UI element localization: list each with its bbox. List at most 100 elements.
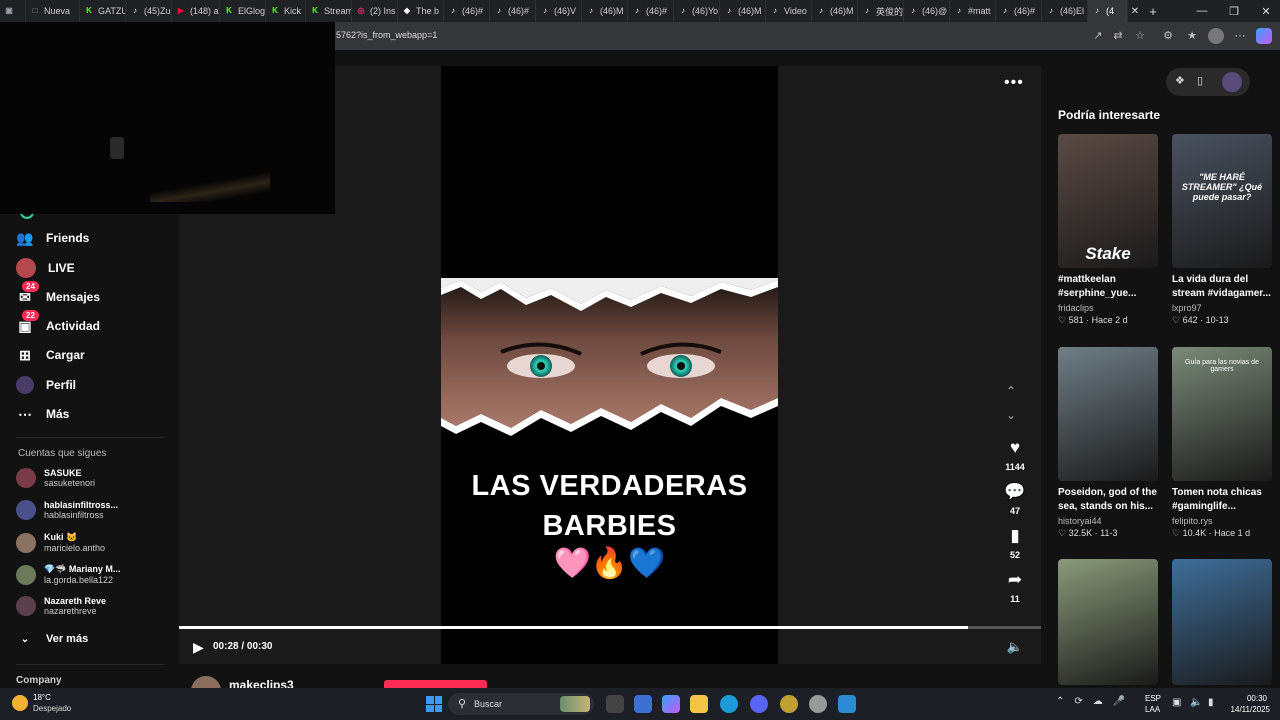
browser-tab[interactable]: □ Nueva: [26, 0, 80, 22]
start-button[interactable]: [426, 696, 442, 712]
browser-tab[interactable]: ▣: [0, 0, 26, 22]
sidebar-item-actividad[interactable]: ▣ 22 Actividad: [16, 310, 100, 335]
follow-button[interactable]: [384, 680, 487, 688]
browser-tab[interactable]: ♪ Video: [766, 0, 812, 22]
sun-icon[interactable]: [12, 695, 28, 711]
browser-tab[interactable]: K Stream: [306, 0, 352, 22]
recommended-video-card[interactable]: [1058, 559, 1158, 685]
language-region[interactable]: LAA: [1145, 705, 1160, 714]
browser-tab[interactable]: ◆ The b: [398, 0, 444, 22]
task-view-icon[interactable]: [606, 695, 624, 713]
video-thumbnail[interactable]: [1058, 559, 1158, 685]
browser-tab[interactable]: ♪ (46)#: [444, 0, 490, 22]
author-avatar[interactable]: [191, 676, 221, 688]
following-account[interactable]: hablasinfiltross... hablasinfiltross: [16, 500, 118, 520]
browser-tab[interactable]: ♪ (45)Zu: [126, 0, 172, 22]
file-explorer-icon[interactable]: [690, 695, 708, 713]
card-author[interactable]: lxpro97: [1172, 303, 1272, 313]
browser-tab[interactable]: ♪ (46)Yo: [674, 0, 720, 22]
weather-desc[interactable]: Despejado: [33, 704, 71, 713]
new-tab-icon[interactable]: +: [1142, 4, 1164, 19]
sidebar-item-más[interactable]: ⋯ Más: [16, 405, 69, 423]
sidebar-item-live[interactable]: ● LIVE: [16, 258, 75, 278]
card-author[interactable]: felipito.rys: [1172, 516, 1272, 526]
profile-avatar-icon[interactable]: [1208, 28, 1224, 44]
like-button[interactable]: ♥ 1144: [1000, 438, 1030, 472]
browser-tab[interactable]: K GATZU: [80, 0, 126, 22]
microphone-icon[interactable]: 🎤: [1113, 696, 1125, 707]
browser-tab[interactable]: ◎ (2) Ins: [352, 0, 398, 22]
browser-tab[interactable]: ♪ #matt: [950, 0, 996, 22]
sidebar-item-cargar[interactable]: ⊞ Cargar: [16, 346, 85, 364]
sidebar-item-perfil[interactable]: ◉ Perfil: [16, 376, 76, 394]
close-tab-icon[interactable]: ✕: [1128, 6, 1142, 17]
battery-icon[interactable]: ▮: [1208, 697, 1214, 708]
card-title[interactable]: Tomen nota chicas #gaminglife...: [1172, 486, 1276, 514]
browser-tab[interactable]: ♪ (46)M: [720, 0, 766, 22]
progress-bar[interactable]: [179, 626, 1041, 629]
recommended-video-card[interactable]: Poseidon, god of the sea, stands on his.…: [1058, 347, 1158, 539]
card-title[interactable]: #mattkeelan #serphine_yue...: [1058, 273, 1162, 301]
speaker-icon[interactable]: 🔈: [1190, 697, 1202, 708]
user-avatar[interactable]: [1222, 72, 1242, 92]
browser-tab[interactable]: ♪ (46)M: [582, 0, 628, 22]
restore-icon[interactable]: ❐: [1218, 0, 1250, 22]
favorites-icon[interactable]: ★: [1184, 28, 1200, 44]
clock-time[interactable]: 00:30: [1233, 694, 1267, 703]
photos-icon[interactable]: [838, 695, 856, 713]
open-app-icon[interactable]: ↗: [1090, 28, 1106, 44]
previous-video-icon[interactable]: ⌃: [1006, 384, 1016, 398]
browser-tab[interactable]: ♪ (46)@: [904, 0, 950, 22]
browser-menu-icon[interactable]: ⋯: [1232, 28, 1248, 44]
browser-tab[interactable]: ♪ (46)#: [490, 0, 536, 22]
play-icon[interactable]: ▶: [193, 639, 204, 656]
recommended-video-card[interactable]: Guía para las novias de gamers Tomen nota…: [1172, 347, 1272, 539]
language-code[interactable]: ESP: [1145, 694, 1161, 703]
clock-date[interactable]: 14/11/2025: [1224, 705, 1270, 714]
card-author[interactable]: fridaclips: [1058, 303, 1158, 313]
browser-tab[interactable]: ♪ (46)#: [996, 0, 1042, 22]
sync-icon[interactable]: ⟳: [1074, 696, 1082, 707]
browser-tab[interactable]: ♪ (46)El: [1042, 0, 1088, 22]
share-button[interactable]: ➦ 11: [1000, 570, 1030, 604]
more-options-icon[interactable]: •••: [1004, 74, 1024, 92]
browser-tab[interactable]: K Kick: [266, 0, 306, 22]
see-more-button[interactable]: ⌄ Ver más: [16, 630, 88, 648]
taskbar-search[interactable]: ⚲ Buscar: [448, 693, 594, 715]
video-thumbnail[interactable]: "ME HARÉ STREAMER" ¿Qué puede pasar?: [1172, 134, 1272, 268]
recommended-video-card[interactable]: "ME HARÉ STREAMER" ¿Qué puede pasar? La v…: [1172, 134, 1272, 326]
chrome-app-icon[interactable]: [780, 695, 798, 713]
volume-icon[interactable]: 🔈: [1007, 639, 1023, 655]
following-account[interactable]: 💎🦈 Mariany M... la.gorda.bella122: [16, 564, 120, 585]
save-button[interactable]: ▮ 52: [1000, 526, 1030, 560]
author-name[interactable]: makeclips3: [229, 678, 294, 688]
video-player[interactable]: LAS VERDADERAS BARBIES 🩷🔥💙: [441, 66, 778, 664]
settings-app-icon[interactable]: [809, 695, 827, 713]
edge-icon[interactable]: [720, 695, 738, 713]
discord-icon[interactable]: [750, 695, 768, 713]
card-title[interactable]: Poseidon, god of the sea, stands on his.…: [1058, 486, 1162, 514]
recommended-video-card[interactable]: Stake #mattkeelan #serphine_yue... fridacl…: [1058, 134, 1158, 326]
next-video-icon[interactable]: ⌄: [1006, 408, 1016, 422]
video-thumbnail[interactable]: Stake: [1058, 134, 1158, 268]
card-title[interactable]: La vida dura del stream #vidagamer...: [1172, 273, 1276, 301]
recommended-video-card[interactable]: [1172, 559, 1272, 685]
extension-icon[interactable]: ⚙: [1160, 28, 1176, 44]
card-author[interactable]: historyai44: [1058, 516, 1158, 526]
weather-temp[interactable]: 18°C: [33, 693, 51, 702]
chevron-up-icon[interactable]: ⌃: [1056, 696, 1064, 707]
translate-icon[interactable]: ⇄: [1110, 28, 1126, 44]
following-account[interactable]: Nazareth Reve nazarethreve: [16, 596, 106, 616]
browser-tab[interactable]: ♪ (4: [1088, 0, 1128, 22]
browser-tab[interactable]: ▶ (148) a: [172, 0, 220, 22]
sidebar-item-mensajes[interactable]: ✉ 24 Mensajes: [16, 281, 100, 306]
following-account[interactable]: Kuki 🐱 maricielo.antho: [16, 532, 105, 553]
video-thumbnail[interactable]: [1058, 347, 1158, 481]
comment-button[interactable]: 💬 47: [1000, 482, 1030, 516]
close-window-icon[interactable]: ✕: [1250, 0, 1280, 22]
url-text[interactable]: 5762?is_from_webapp=1: [336, 30, 437, 40]
copilot-icon[interactable]: [1256, 28, 1272, 44]
video-thumbnail[interactable]: Guía para las novias de gamers: [1172, 347, 1272, 481]
browser-tab[interactable]: ♪ (46)#: [628, 0, 674, 22]
browser-tab[interactable]: ♪ (46)M: [812, 0, 858, 22]
